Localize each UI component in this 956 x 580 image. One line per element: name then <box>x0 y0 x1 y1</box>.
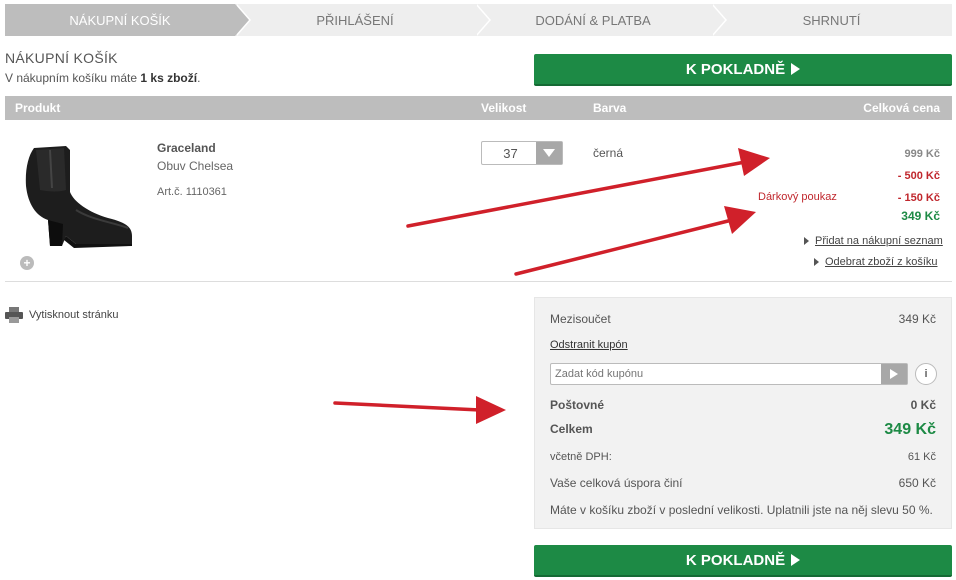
info-icon[interactable]: i <box>915 363 937 385</box>
step-delivery-label: DODÁNÍ & PLATBA <box>535 12 651 28</box>
price-original: 999 Kč <box>904 148 940 160</box>
play-arrow-icon <box>791 63 801 75</box>
step-delivery-payment[interactable]: DODÁNÍ & PLATBA <box>475 4 727 36</box>
annotation-arrow <box>514 218 734 276</box>
savings-value: 650 Kč <box>898 476 936 490</box>
step-login-label: PŘIHLÁŠENÍ <box>316 12 394 28</box>
vat-row: včetně DPH: 61 Kč <box>550 451 936 463</box>
printer-icon <box>5 307 23 323</box>
cart-table-header: Produkt Velikost Barva Celková cena <box>5 96 952 120</box>
vat-label: včetně DPH: <box>550 451 612 463</box>
step-cart[interactable]: NÁKUPNÍ KOŠÍK <box>5 4 251 36</box>
col-product: Produkt <box>15 101 61 115</box>
checkout-button-bottom[interactable]: K POKLADNĚ <box>534 545 952 577</box>
product-image[interactable] <box>16 140 136 252</box>
savings-row: Vaše celková úspora činí 650 Kč <box>550 476 936 490</box>
total-row: Celkem 349 Kč <box>550 421 936 438</box>
step-login[interactable]: PŘIHLÁŠENÍ <box>235 4 491 36</box>
annotation-arrow <box>406 160 747 228</box>
annotation-arrowhead <box>738 148 770 176</box>
cart-info: V nákupním košíku máte 1 ks zboží. <box>5 71 201 85</box>
annotation-arrowhead <box>724 206 756 234</box>
checkout-button-label: K POKLADNĚ <box>685 551 786 569</box>
size-value: 37 <box>503 146 518 161</box>
price-final: 349 Kč <box>901 209 940 223</box>
product-name[interactable]: Graceland <box>157 141 216 155</box>
step-summary[interactable]: SHRNUTÍ <box>711 4 952 36</box>
print-page-label: Vytisknout stránku <box>29 309 119 321</box>
print-page-button[interactable]: Vytisknout stránku <box>5 307 118 323</box>
triangle-right-icon <box>814 258 819 266</box>
zoom-plus-icon[interactable]: + <box>20 256 34 270</box>
last-size-note: Máte v košíku zboží v poslední velikosti… <box>550 503 933 517</box>
checkout-button-top[interactable]: K POKLADNĚ <box>534 54 952 86</box>
col-size: Velikost <box>481 101 527 115</box>
product-article-number: Art.č. 1110361 <box>157 186 227 198</box>
shipping-label: Poštovné <box>550 398 605 412</box>
coupon-field[interactable] <box>550 363 908 385</box>
voucher-amount: - 150 Kč <box>897 192 940 204</box>
step-cart-label: NÁKUPNÍ KOŠÍK <box>69 12 171 28</box>
product-color: černá <box>593 146 624 160</box>
annotation-arrow <box>333 401 482 412</box>
annotation-arrowhead <box>476 396 506 424</box>
subtotal-value: 349 Kč <box>898 312 936 326</box>
col-color: Barva <box>593 101 627 115</box>
price-discount: - 500 Kč <box>897 170 940 182</box>
total-label: Celkem <box>550 422 593 436</box>
remove-item-link[interactable]: Odebrat zboží z košíku <box>814 256 938 268</box>
checkout-steps: NÁKUPNÍ KOŠÍK PŘIHLÁŠENÍ DODÁNÍ & PLATBA… <box>5 4 952 36</box>
subtotal-row: Mezisoučet 349 Kč <box>550 312 936 326</box>
order-summary: Mezisoučet 349 Kč Odstranit kupón i Pošt… <box>534 297 952 529</box>
col-total: Celková cena <box>863 101 940 115</box>
add-to-wishlist-link[interactable]: Přidat na nákupní seznam <box>804 235 943 247</box>
cart-item-count: 1 ks zboží <box>140 71 198 85</box>
shipping-row: Poštovné 0 Kč <box>550 398 936 412</box>
voucher-label: Dárkový poukaz <box>758 191 837 203</box>
vat-value: 61 Kč <box>907 451 936 463</box>
subtotal-label: Mezisoučet <box>550 312 611 326</box>
total-value: 349 Kč <box>884 421 936 438</box>
page-title: NÁKUPNÍ KOŠÍK <box>5 50 118 66</box>
remove-coupon-link[interactable]: Odstranit kupón <box>550 339 936 351</box>
triangle-right-icon <box>804 237 809 245</box>
play-arrow-icon[interactable] <box>881 364 907 384</box>
step-summary-label: SHRNUTÍ <box>802 12 861 28</box>
play-arrow-icon <box>791 554 801 566</box>
chevron-down-icon[interactable] <box>536 142 562 164</box>
coupon-input[interactable] <box>551 364 881 384</box>
checkout-button-label: K POKLADNĚ <box>685 60 786 78</box>
savings-label: Vaše celková úspora činí <box>550 476 683 490</box>
size-select[interactable]: 37 <box>481 141 563 165</box>
divider <box>5 281 952 282</box>
product-subtitle: Obuv Chelsea <box>157 159 234 173</box>
shipping-value: 0 Kč <box>910 398 936 412</box>
